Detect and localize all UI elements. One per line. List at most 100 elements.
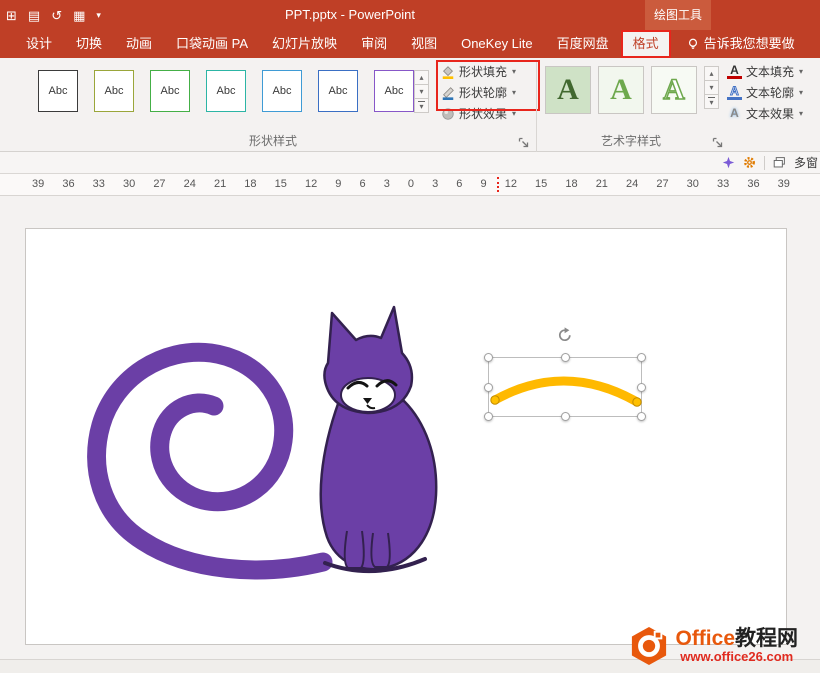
wordart-style-thumbnail[interactable]: A — [545, 66, 591, 114]
pencil-icon — [441, 86, 455, 100]
gallery-more-icon[interactable]: ▾ — [414, 98, 429, 113]
title-bar: ⊞ ▤ ↺ ▦ ▾ PPT.pptx - PowerPoint 绘图工具 — [0, 0, 820, 30]
chevron-down-icon: ▾ — [512, 109, 516, 118]
resize-handle-sw[interactable] — [484, 412, 493, 421]
slide-canvas[interactable] — [25, 228, 787, 645]
resize-handle-e[interactable] — [637, 383, 646, 392]
ruler-number: 15 — [535, 178, 547, 190]
gallery-scroll-down-icon[interactable]: ▾ — [414, 84, 429, 99]
editing-workspace — [0, 196, 820, 659]
text-format-buttons: A 文本填充 ▾ A 文本轮廓 ▾ A 文本效果 ▾ — [727, 63, 803, 122]
tab-onekey-lite[interactable]: OneKey Lite — [449, 30, 545, 58]
text-fill-icon: A — [727, 65, 742, 79]
ruler-cursor-marker — [497, 177, 499, 192]
resize-handle-ne[interactable] — [637, 353, 646, 362]
ruler-number: 6 — [456, 178, 462, 190]
tell-me-label: 告诉我您想要做 — [704, 30, 795, 58]
toolbar-separator — [764, 156, 765, 170]
ruler-number: 9 — [481, 178, 487, 190]
ruler-number: 36 — [747, 178, 759, 190]
chevron-down-icon: ▾ — [799, 109, 803, 118]
purple-cat-image[interactable] — [71, 299, 441, 609]
shape-style-thumbnail[interactable]: Abc — [38, 70, 78, 112]
shape-effects-button[interactable]: 形状效果 ▾ — [441, 105, 516, 122]
multi-window-label[interactable]: 多窗 — [794, 154, 818, 171]
ruler-number: 18 — [565, 178, 577, 190]
wordart-style-gallery: A A A — [545, 66, 697, 114]
text-fill-button[interactable]: A 文本填充 ▾ — [727, 63, 803, 80]
dialog-launcher-icon[interactable] — [518, 137, 529, 148]
tab-review[interactable]: 审阅 — [349, 30, 399, 58]
ruler-number: 30 — [123, 178, 135, 190]
ruler-number: 12 — [505, 178, 517, 190]
resize-handle-w[interactable] — [484, 383, 493, 392]
text-outline-button[interactable]: A 文本轮廓 ▾ — [727, 84, 803, 101]
wordart-style-thumbnail[interactable]: A — [651, 66, 697, 114]
shape-style-thumbnail[interactable]: Abc — [262, 70, 302, 112]
arc-shape[interactable] — [488, 357, 642, 417]
arc-adjust-handle[interactable] — [491, 396, 499, 404]
resize-handle-se[interactable] — [637, 412, 646, 421]
office26-brand: Office教程网 — [675, 627, 798, 650]
text-outline-icon: A — [727, 86, 742, 100]
shape-fill-button[interactable]: 形状填充 ▾ — [441, 63, 516, 80]
ruler-number: 0 — [408, 178, 414, 190]
ruler-numbers: 39 36 33 30 27 24 21 18 15 12 9 6 3 0 3 … — [32, 178, 790, 190]
resize-handle-n[interactable] — [561, 353, 570, 362]
tell-me-box[interactable]: 告诉我您想要做 — [679, 30, 803, 58]
resize-handle-s[interactable] — [561, 412, 570, 421]
tab-pocket-animation[interactable]: 口袋动画 PA — [164, 30, 260, 58]
text-effects-button[interactable]: A 文本效果 ▾ — [727, 105, 803, 122]
paint-bucket-icon — [441, 65, 455, 79]
tab-transitions[interactable]: 切换 — [64, 30, 114, 58]
multi-window-icon — [773, 156, 786, 169]
chevron-down-icon: ▾ — [799, 88, 803, 97]
gear-icon[interactable] — [743, 156, 756, 169]
tab-format-active[interactable]: 格式 — [621, 30, 671, 58]
shape-style-thumbnail[interactable]: Abc — [318, 70, 358, 112]
tab-baidu-pan[interactable]: 百度网盘 — [545, 30, 621, 58]
shape-style-thumbnail[interactable]: Abc — [374, 70, 414, 112]
shape-gallery-scrollbar: ▴ ▾ ▾ — [414, 70, 429, 113]
wordart-style-thumbnail[interactable]: A — [598, 66, 644, 114]
resize-handle-nw[interactable] — [484, 353, 493, 362]
tab-slideshow[interactable]: 幻灯片放映 — [260, 30, 349, 58]
arc-adjust-handle[interactable] — [633, 398, 641, 406]
sparkle-icon[interactable] — [722, 156, 735, 169]
gallery-scroll-up-icon[interactable]: ▴ — [414, 70, 429, 85]
brand-prefix: Office — [675, 627, 735, 650]
wordart-styles-group-label: 艺术字样式 — [540, 132, 722, 149]
selected-arc-shape[interactable] — [488, 357, 642, 417]
dialog-launcher-icon[interactable] — [712, 137, 723, 148]
ruler-number: 9 — [335, 178, 341, 190]
ruler-number: 24 — [184, 178, 196, 190]
shape-format-buttons: 形状填充 ▾ 形状轮廓 ▾ 形状效果 ▾ — [441, 63, 516, 122]
text-outline-label: 文本轮廓 — [746, 84, 794, 101]
ruler-number: 12 — [305, 178, 317, 190]
ruler-number: 33 — [717, 178, 729, 190]
cat-body — [321, 307, 436, 571]
ruler-number: 18 — [244, 178, 256, 190]
shape-fill-label: 形状填充 — [459, 63, 507, 80]
contextual-tab-group-drawing-tools: 绘图工具 — [645, 0, 711, 30]
shape-style-thumbnail[interactable]: Abc — [94, 70, 134, 112]
shape-outline-button[interactable]: 形状轮廓 ▾ — [441, 84, 516, 101]
ruler-number: 21 — [596, 178, 608, 190]
addin-toolbar: 多窗 — [0, 152, 820, 174]
shape-style-thumbnail[interactable]: Abc — [206, 70, 246, 112]
horizontal-ruler[interactable]: 39 36 33 30 27 24 21 18 15 12 9 6 3 0 3 … — [0, 174, 820, 196]
tab-animations[interactable]: 动画 — [114, 30, 164, 58]
gallery-scroll-down-icon[interactable]: ▾ — [704, 80, 719, 95]
rotate-handle-icon[interactable] — [557, 327, 573, 343]
gallery-more-icon[interactable]: ▾ — [704, 94, 719, 109]
office26-watermark-text: Office教程网 www.office26.com — [675, 627, 798, 664]
tab-view[interactable]: 视图 — [399, 30, 449, 58]
shape-style-thumbnail[interactable]: Abc — [150, 70, 190, 112]
ruler-number: 39 — [32, 178, 44, 190]
chevron-down-icon: ▾ — [512, 88, 516, 97]
ruler-number: 3 — [432, 178, 438, 190]
gallery-scroll-up-icon[interactable]: ▴ — [704, 66, 719, 81]
ruler-number: 15 — [275, 178, 287, 190]
tab-design[interactable]: 设计 — [14, 30, 64, 58]
ruler-number: 24 — [626, 178, 638, 190]
